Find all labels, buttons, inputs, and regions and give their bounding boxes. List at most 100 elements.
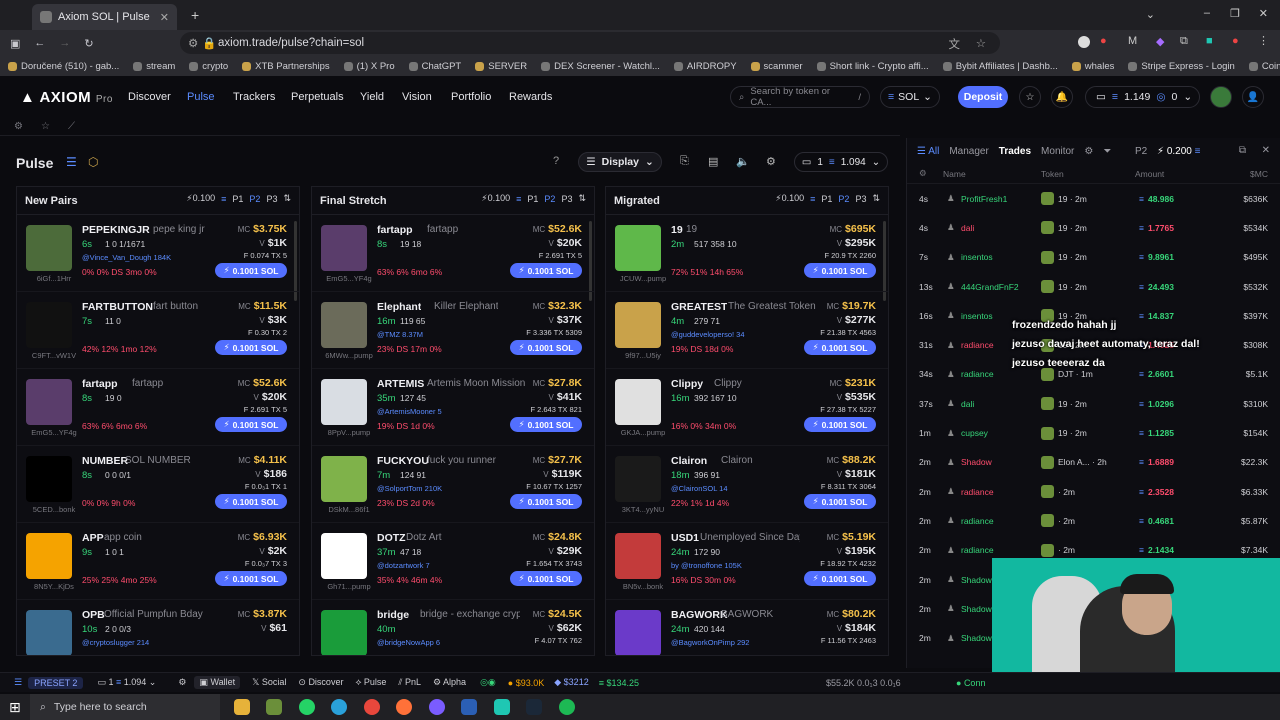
preset-label[interactable]: P2 (1135, 146, 1147, 157)
sound-icon[interactable]: 🔈 (736, 155, 750, 168)
token-card[interactable]: 5CED...bonk NUMBER SOL NUMBER 8s 0 0 0/1 0% 0… (17, 446, 299, 523)
token-card[interactable]: 8PpV...pump ARTEMIS Artemis Moon Mission 35… (312, 369, 594, 446)
token-card[interactable]: GKJA...pump Clippy Clippy 16m 392 167 10 16% … (606, 369, 888, 446)
bottom-pnl[interactable]: ⫽ PnL (398, 677, 421, 688)
creator-handle[interactable]: @cryptoslugger 214 (82, 638, 149, 647)
quick-buy-button[interactable]: ⚡ 0.1001 SOL (510, 571, 582, 586)
filter-icon[interactable]: ⇅ (283, 193, 291, 204)
bookmark-item[interactable]: XTB Partnerships (242, 61, 330, 72)
quick-buy-button[interactable]: ⚡ 0.1001 SOL (804, 417, 876, 432)
tab-manager[interactable]: Manager (949, 146, 988, 157)
token-name[interactable]: 19 (671, 224, 683, 236)
creator-handle[interactable]: @guddeveloperso! 34 (671, 330, 745, 339)
token-card[interactable]: OPB Official Pumpfun Bday 10s 2 0 0/3 @crypt… (17, 600, 299, 655)
bookmark-item[interactable]: SERVER (475, 61, 527, 72)
trader-name[interactable]: insentos (961, 252, 993, 262)
url-field[interactable]: ⚙ 🔒 axiom.trade/pulse?chain=sol 文 ☆ (180, 32, 1000, 54)
quick-buy-amount[interactable]: ⚡0.100 (186, 193, 215, 204)
token-name[interactable]: Clippy (671, 378, 703, 390)
tab-search-icon[interactable]: ⌄ (1146, 8, 1155, 21)
extension-icon[interactable]: ● (1232, 35, 1239, 47)
token-name[interactable]: APP (82, 532, 104, 544)
bookmark-item[interactable]: stream (133, 61, 175, 72)
token-image[interactable] (26, 610, 72, 655)
settings-icon[interactable]: ⚙ (1084, 146, 1093, 157)
creator-handle[interactable]: @BagworkOnPimp 292 (671, 638, 749, 647)
new-tab-icon[interactable]: + (191, 7, 199, 23)
nav-trackers[interactable]: Trackers (233, 91, 275, 103)
filter-icon[interactable]: ⇅ (872, 193, 880, 204)
trade-token[interactable]: 19 · 2m (1041, 250, 1087, 264)
firefox-icon[interactable] (396, 699, 412, 715)
quick-buy-button[interactable]: ⚡ 0.1001 SOL (215, 263, 287, 278)
token-image[interactable] (321, 379, 367, 425)
quick-buy-button[interactable]: ⚡ 0.1001 SOL (510, 417, 582, 432)
grid-icon[interactable]: ▤ (708, 155, 718, 168)
creator-handle[interactable]: @Vince_Van_Dough 184K (82, 253, 171, 262)
bookmark-item[interactable]: Bybit Affiliates | Dashb... (942, 61, 1058, 72)
trade-token[interactable]: 19 · 2m (1041, 397, 1087, 411)
token-address[interactable]: JCUW...pump (615, 274, 671, 283)
trade-row[interactable]: 2m ♟ radiance · 2m ≡ 2.3528 $6.33K (907, 477, 1280, 506)
col-amount[interactable]: Amount (1135, 169, 1164, 179)
bookmark-item[interactable]: Doručené (510) - gab... (8, 61, 119, 72)
trader-name[interactable]: insentos (961, 311, 993, 321)
workspaces-icon[interactable]: ▣ (10, 37, 20, 50)
token-name[interactable]: Elephant (377, 301, 421, 313)
bottom-pulse[interactable]: ⟡ Pulse (355, 677, 386, 688)
preset-p1-button[interactable]: P1 (527, 194, 538, 204)
token-address[interactable]: DSkM...86f1 (321, 505, 377, 514)
bookmark-item[interactable]: scammer (750, 61, 803, 72)
chart-icon[interactable]: ⟋ (68, 121, 75, 132)
token-address[interactable]: 8N5Y...KjDs (26, 582, 82, 591)
quick-buy-button[interactable]: ⚡ 0.1001 SOL (510, 340, 582, 355)
creator-handle[interactable]: @dotzartwork 7 (377, 561, 430, 570)
extension-icon[interactable]: ◆ (1156, 35, 1164, 48)
bottom-social[interactable]: 𝕏 Social (252, 677, 286, 688)
bookmark-item[interactable]: whales (1071, 61, 1114, 72)
quick-buy-button[interactable]: ⚡ 0.1001 SOL (804, 340, 876, 355)
preset-p3-button[interactable]: P3 (266, 194, 277, 204)
token-address[interactable]: 8PpV...pump (321, 428, 377, 437)
trader-name[interactable]: radiance (961, 340, 994, 350)
preset-selector[interactable]: ▭ 1 ≡ 1.094 ⌄ (794, 152, 888, 172)
preset-p3-button[interactable]: P3 (561, 194, 572, 204)
avatar[interactable] (1210, 86, 1232, 108)
close-window-icon[interactable]: ✕ (1259, 7, 1268, 20)
quick-buy-amount[interactable]: ⚡0.100 (481, 193, 510, 204)
bookmark-item[interactable]: DEX Screener - Watchl... (541, 61, 660, 72)
trader-name[interactable]: radiance (961, 487, 994, 497)
trader-name[interactable]: dali (961, 223, 974, 233)
bookmark-item[interactable]: ChatGPT (408, 61, 461, 72)
filter-icon[interactable]: ⏷ (1103, 146, 1111, 157)
preset-p2-button[interactable]: P2 (544, 194, 555, 204)
trade-token[interactable]: 19 · 2m (1041, 426, 1087, 440)
tab-all[interactable]: ☰ All (917, 146, 939, 157)
quick-buy-button[interactable]: ⚡ 0.1001 SOL (215, 417, 287, 432)
menu-icon[interactable]: ⋮ (1258, 34, 1269, 47)
nav-yield[interactable]: Yield (360, 91, 384, 103)
filter-settings-icon[interactable]: ⚙ (766, 155, 776, 168)
profile-icon[interactable] (1078, 36, 1090, 48)
trader-name[interactable]: 444GrandFnF2 (961, 282, 1019, 292)
nav-discover[interactable]: Discover (128, 91, 171, 103)
list-view-icon[interactable]: ☰ (66, 155, 77, 169)
preset-p3-button[interactable]: P3 (855, 194, 866, 204)
token-image[interactable] (26, 302, 72, 348)
quick-buy-button[interactable]: ⚡ 0.1001 SOL (804, 494, 876, 509)
token-address[interactable]: 5CED...bonk (26, 505, 82, 514)
creator-handle[interactable]: @SolportTom 210K (377, 484, 442, 493)
token-card[interactable]: EmG5...YF4g fartapp fartapp 8s 19 0 63% 6% 6m… (17, 369, 299, 446)
quick-buy-button[interactable]: ⚡ 0.1001 SOL (510, 263, 582, 278)
trader-name[interactable]: Shadow (961, 633, 992, 643)
quick-buy-button[interactable]: ⚡ 0.1001 SOL (804, 571, 876, 586)
creator-handle[interactable]: @bridgeNowApp 6 (377, 638, 440, 647)
windows-start-icon[interactable]: ⊞ (9, 699, 21, 716)
trade-row[interactable]: 7s ♟ insentos 19 · 2m ≡ 9.8961 $495K (907, 243, 1280, 272)
bottom-discover[interactable]: ⊙ Discover (298, 677, 343, 688)
token-address[interactable]: 6MWw...pump (321, 351, 377, 360)
quick-buy-button[interactable]: ⚡ 0.1001 SOL (804, 263, 876, 278)
token-name[interactable]: DOTZ (377, 532, 406, 544)
axiom-logo[interactable]: ▲ AXIOM Pro (20, 89, 113, 106)
close-tab-icon[interactable]: ✕ (160, 11, 169, 24)
